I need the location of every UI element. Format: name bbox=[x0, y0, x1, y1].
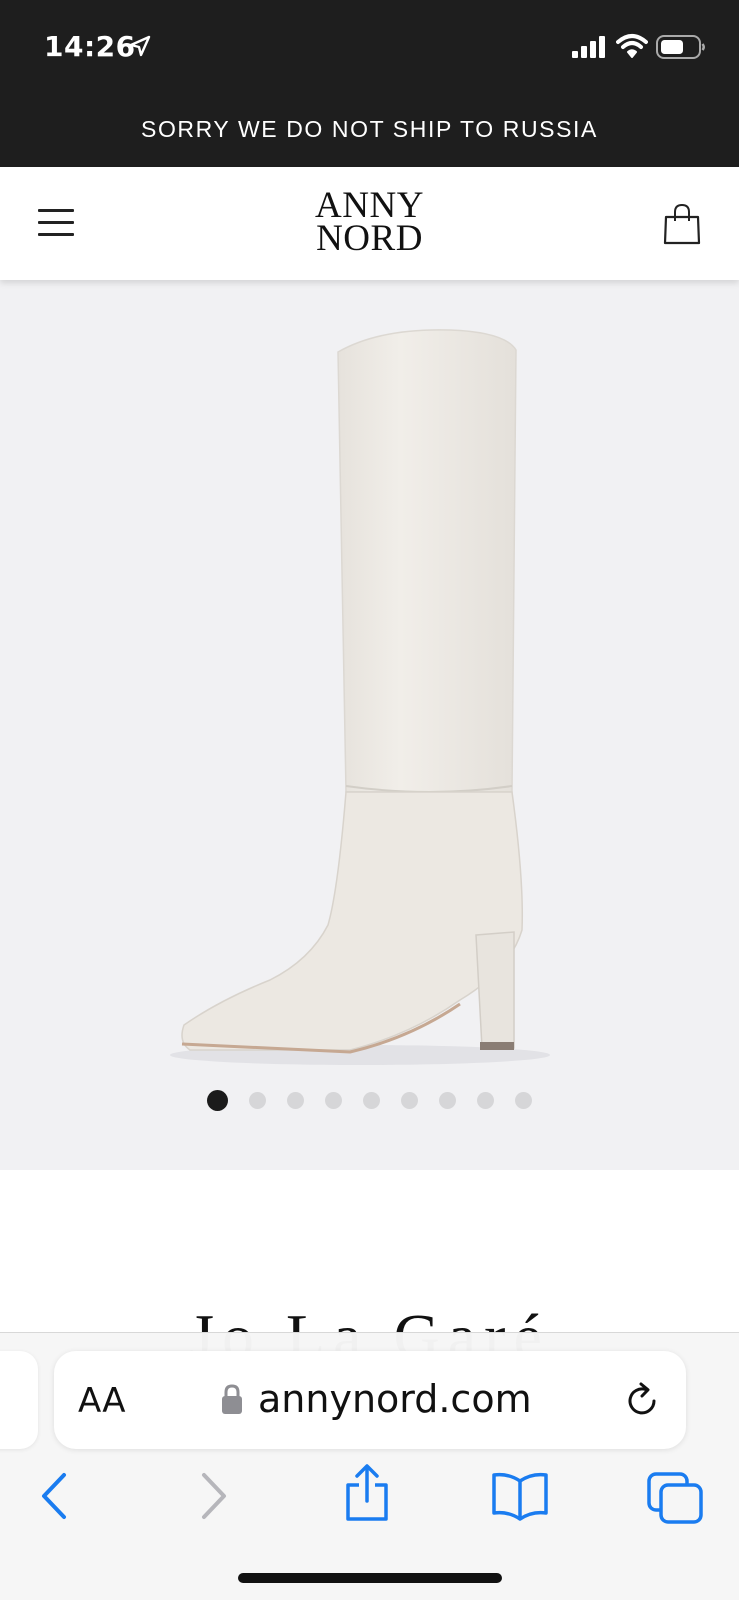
shipping-notice-banner: SORRY WE DO NOT SHIP TO RUSSIA bbox=[0, 92, 739, 167]
address-bar[interactable]: AA annynord.com bbox=[54, 1351, 686, 1449]
location-arrow-icon bbox=[129, 35, 151, 57]
gallery-dot[interactable] bbox=[287, 1092, 304, 1109]
share-icon[interactable] bbox=[342, 1463, 392, 1523]
site-header: ANNY NORD bbox=[0, 167, 739, 280]
gallery-dot[interactable] bbox=[515, 1092, 532, 1109]
shopping-bag-icon[interactable] bbox=[663, 203, 701, 245]
tabs-icon[interactable] bbox=[646, 1471, 704, 1525]
logo-line-2: NORD bbox=[316, 218, 423, 259]
bookmarks-icon[interactable] bbox=[490, 1471, 550, 1521]
battery-icon bbox=[656, 35, 705, 59]
wifi-icon bbox=[616, 34, 648, 58]
previous-tab-preview[interactable] bbox=[0, 1351, 38, 1449]
text-size-button[interactable]: AA bbox=[78, 1381, 125, 1421]
forward-chevron-icon[interactable] bbox=[198, 1471, 230, 1521]
gallery-dot[interactable] bbox=[439, 1092, 456, 1109]
gallery-dot[interactable] bbox=[207, 1090, 228, 1111]
cellular-signal-icon bbox=[572, 36, 605, 58]
product-image-white-knee-boot[interactable] bbox=[160, 320, 580, 1080]
product-image-gallery[interactable] bbox=[0, 280, 739, 1170]
back-chevron-icon[interactable] bbox=[38, 1471, 70, 1521]
text-size-label: AA bbox=[78, 1381, 126, 1421]
gallery-dot[interactable] bbox=[401, 1092, 418, 1109]
gallery-dot[interactable] bbox=[325, 1092, 342, 1109]
gallery-dot[interactable] bbox=[477, 1092, 494, 1109]
gallery-dot[interactable] bbox=[249, 1092, 266, 1109]
gallery-pagination bbox=[0, 1090, 739, 1111]
brand-logo[interactable]: ANNY NORD bbox=[0, 187, 739, 259]
gallery-dot[interactable] bbox=[363, 1092, 380, 1109]
url-text: annynord.com bbox=[258, 1377, 532, 1421]
reload-icon[interactable] bbox=[624, 1381, 662, 1421]
safari-toolbar: AA annynord.com bbox=[0, 1332, 739, 1600]
home-indicator bbox=[238, 1573, 502, 1583]
lock-icon bbox=[222, 1384, 242, 1414]
status-bar: 14:26 bbox=[0, 0, 739, 92]
shipping-notice-text: SORRY WE DO NOT SHIP TO RUSSIA bbox=[141, 116, 598, 142]
status-time: 14:26 bbox=[44, 30, 136, 63]
